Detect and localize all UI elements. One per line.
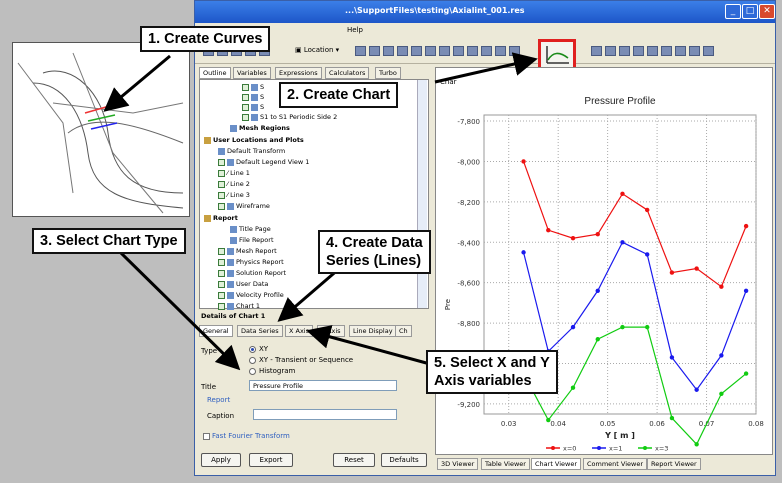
arrow-type: [118, 250, 241, 371]
callout-line: Axis variables: [434, 373, 532, 389]
callout-select-chart-type: 3. Select Chart Type: [32, 228, 186, 254]
callout-create-data-series: 4. Create Data Series (Lines): [318, 230, 431, 274]
arrow-chart: [434, 52, 538, 84]
callout-line: 4. Create Data: [326, 235, 423, 251]
arrow-curves: [103, 54, 171, 112]
callout-create-chart: 2. Create Chart: [279, 82, 399, 108]
callout-line: 5. Select X and Y: [434, 355, 550, 371]
callout-create-curves: 1. Create Curves: [140, 26, 271, 52]
arrow-axis: [306, 325, 431, 366]
callout-select-axis-variables: 5. Select X and Y Axis variables: [426, 350, 558, 394]
callout-line: Series (Lines): [326, 253, 422, 269]
arrow-series: [277, 266, 341, 322]
